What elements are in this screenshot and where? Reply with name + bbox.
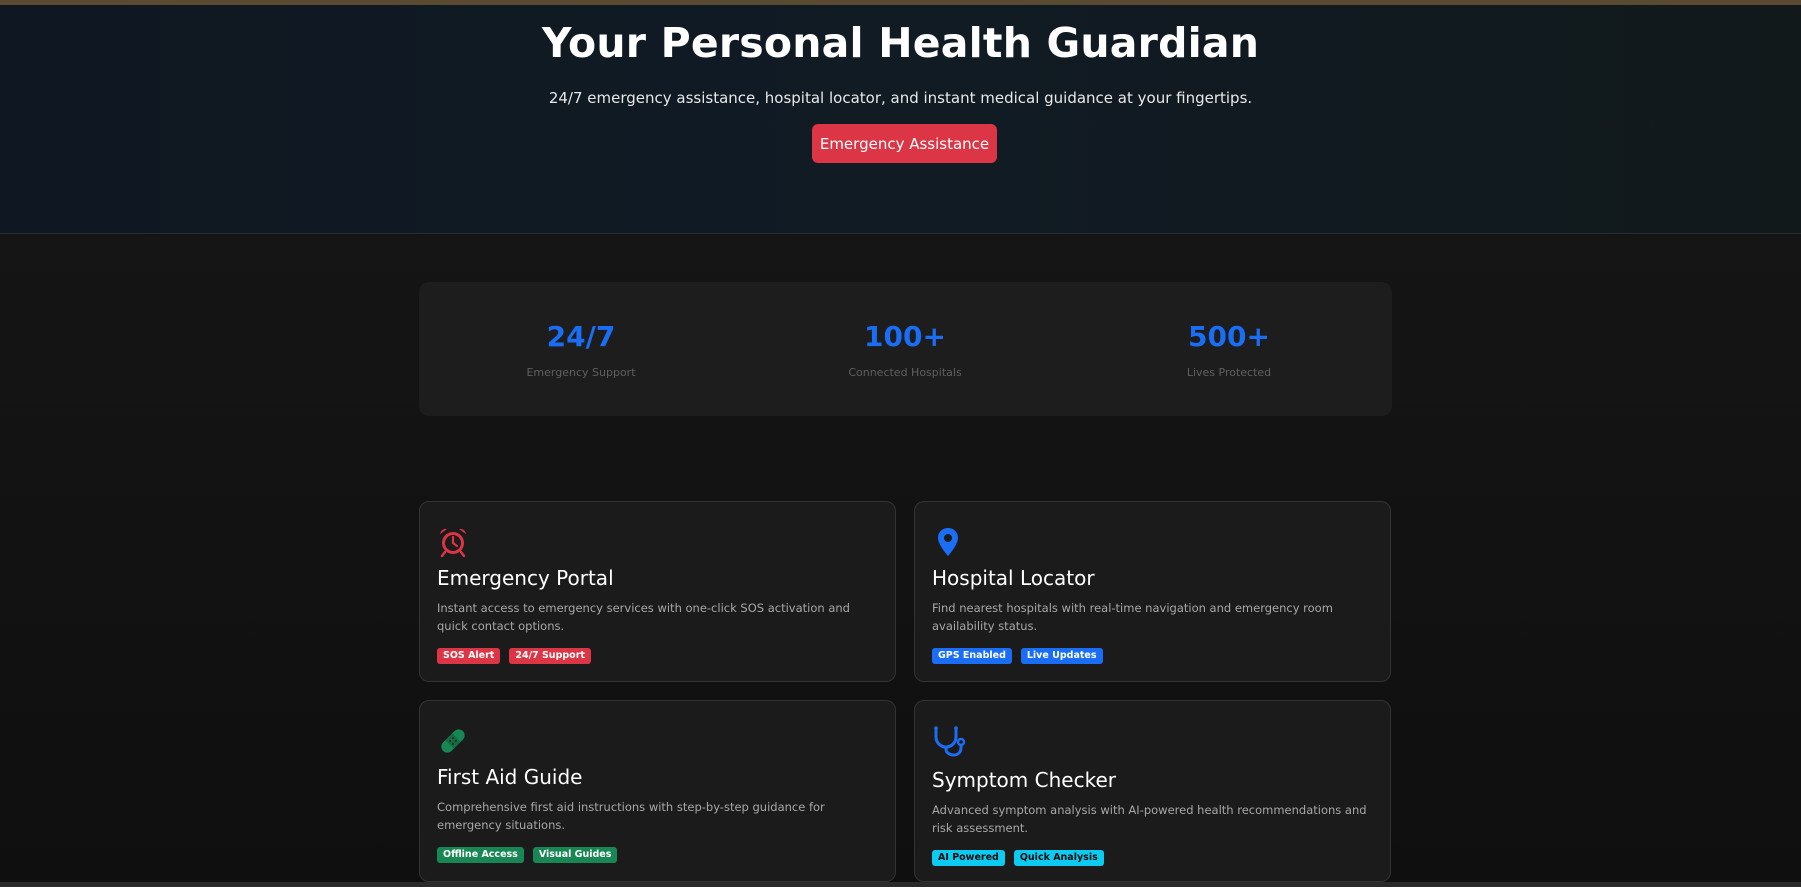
- tag-badge: Live Updates: [1020, 648, 1103, 664]
- card-symptom-checker[interactable]: Symptom Checker Advanced symptom analysi…: [914, 700, 1391, 882]
- card-tags: SOS Alert 24/7 Support: [437, 648, 591, 664]
- main-content: 24/7 Emergency Support 100+ Connected Ho…: [0, 235, 1801, 882]
- card-title: Emergency Portal: [437, 566, 614, 590]
- card-title: Symptom Checker: [932, 768, 1116, 792]
- tag-badge: SOS Alert: [437, 648, 501, 664]
- hero-section: Your Personal Health Guardian 24/7 emerg…: [0, 5, 1801, 234]
- tag-badge: 24/7 Support: [509, 648, 591, 664]
- card-emergency-portal[interactable]: Emergency Portal Instant access to emerg…: [419, 501, 896, 682]
- stat-label: Emergency Support: [526, 366, 636, 379]
- tag-badge: Visual Guides: [532, 847, 618, 863]
- stat-label: Lives Protected: [1186, 366, 1272, 379]
- bandage-icon: [437, 725, 469, 757]
- card-tags: AI Powered Quick Analysis: [932, 850, 1104, 866]
- card-description: Find nearest hospitals with real-time na…: [932, 601, 1333, 633]
- tag-badge: Quick Analysis: [1013, 850, 1104, 866]
- card-title: First Aid Guide: [437, 765, 583, 789]
- bottom-bar: [0, 882, 1801, 887]
- hero-title: Your Personal Health Guardian: [541, 19, 1260, 67]
- card-hospital-locator[interactable]: Hospital Locator Find nearest hospitals …: [914, 501, 1391, 682]
- card-tags: Offline Access Visual Guides: [437, 847, 618, 863]
- card-description: Instant access to emergency services wit…: [437, 601, 850, 633]
- hero-subtitle: 24/7 emergency assistance, hospital loca…: [548, 89, 1253, 107]
- tag-badge: Offline Access: [437, 847, 524, 863]
- map-pin-icon: [932, 526, 964, 558]
- alarm-clock-icon: [437, 526, 469, 558]
- stat-emergency-support: 24/7 Emergency Support: [419, 282, 743, 416]
- stat-value: 24/7: [546, 320, 616, 353]
- tag-badge: AI Powered: [932, 850, 1005, 866]
- card-tags: GPS Enabled Live Updates: [932, 648, 1103, 664]
- card-description: Comprehensive first aid instructions wit…: [437, 800, 825, 832]
- card-description: Advanced symptom analysis with AI-powere…: [932, 803, 1367, 835]
- stat-value: 500+: [1188, 320, 1270, 353]
- stat-lives-protected: 500+ Lives Protected: [1067, 282, 1391, 416]
- tag-badge: GPS Enabled: [932, 648, 1012, 664]
- stat-label: Connected Hospitals: [848, 366, 962, 379]
- stat-connected-hospitals: 100+ Connected Hospitals: [743, 282, 1067, 416]
- emergency-assistance-button[interactable]: Emergency Assistance: [812, 124, 997, 163]
- stats-panel: 24/7 Emergency Support 100+ Connected Ho…: [419, 282, 1392, 416]
- stethoscope-icon: [932, 725, 966, 757]
- stat-value: 100+: [864, 320, 946, 353]
- card-title: Hospital Locator: [932, 566, 1095, 590]
- card-first-aid-guide[interactable]: First Aid Guide Comprehensive first aid …: [419, 700, 896, 882]
